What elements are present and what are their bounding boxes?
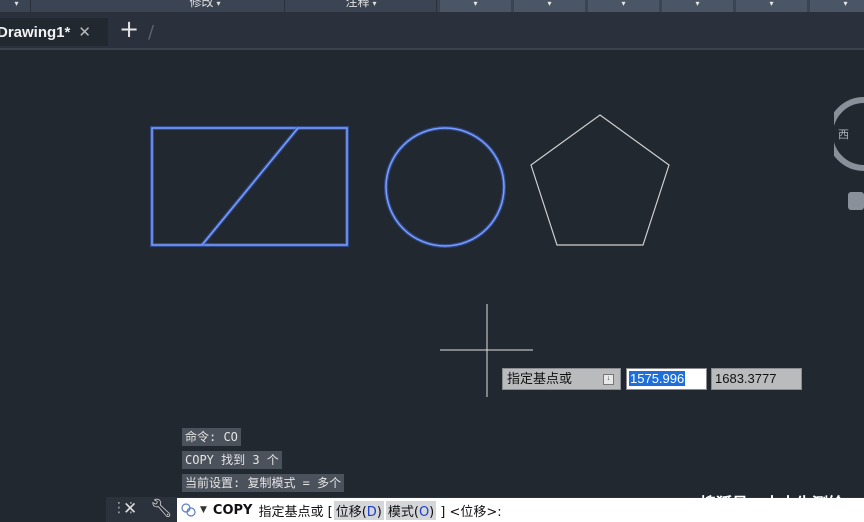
- command-prompt: 指定基点或 [: [258, 504, 333, 520]
- wrench-icon[interactable]: 🔧︎: [150, 498, 173, 519]
- command-history-line: 当前设置: 复制模式 = 多个: [182, 474, 345, 492]
- file-tab-bar: Drawing1* ✕ + /: [0, 12, 864, 50]
- option-mode-key: O: [418, 504, 430, 520]
- chevron-down-icon[interactable]: ↓: [603, 374, 614, 385]
- ribbon-panel-titles: ▾ 修改 ▾ 注释 ▾ ▾ ▾ ▾ ▾ ▾ ▾: [0, 0, 864, 12]
- ribbon-panel-draw-fragment[interactable]: ▾: [0, 0, 31, 12]
- ribbon-panel-dropdown[interactable]: ▾: [588, 0, 659, 12]
- ribbon-panel-modify[interactable]: 修改 ▾: [126, 0, 285, 12]
- dynamic-input-x-field[interactable]: 1575.996: [626, 368, 707, 390]
- ribbon-panel-dropdown[interactable]: ▾: [440, 0, 511, 12]
- option-displacement[interactable]: 位移(D): [333, 500, 384, 520]
- selected-diagonal-line[interactable]: [200, 126, 300, 247]
- ribbon-panel-dropdown[interactable]: ▾: [810, 0, 864, 12]
- dynamic-input-prompt-text: 指定基点或: [507, 371, 573, 386]
- chevron-down-icon: ▾: [216, 0, 221, 8]
- watermark: 搜狐号@大水牛测绘: [699, 494, 844, 513]
- option-mode[interactable]: 模式(O): [385, 500, 437, 520]
- dynamic-input-x-value: 1575.996: [629, 371, 686, 386]
- option-mode-label: 模式(: [387, 504, 419, 520]
- option-mode-end: ): [429, 504, 435, 520]
- selected-circle[interactable]: [384, 126, 506, 248]
- dynamic-input-prompt[interactable]: 指定基点或 ↓: [502, 368, 621, 390]
- chevron-down-icon: ▾: [372, 0, 377, 8]
- option-displacement-key: D: [366, 504, 377, 520]
- command-name: COPY: [212, 502, 253, 518]
- dynamic-input-y-field[interactable]: 1683.3777: [711, 368, 802, 390]
- ribbon-panel-dropdown[interactable]: ▾: [736, 0, 807, 12]
- ribbon-panel-annotate[interactable]: 注释 ▾: [286, 0, 437, 12]
- command-history-line: COPY 找到 3 个: [182, 451, 282, 469]
- close-icon[interactable]: ✕: [78, 23, 91, 41]
- copy-command-icon: [181, 503, 196, 517]
- tab-label: Drawing1*: [0, 23, 71, 41]
- ribbon-panel-annotate-label: 注释: [345, 0, 370, 9]
- ribbon-panel-modify-label: 修改: [189, 0, 214, 9]
- command-suffix: ] <位移>:: [440, 504, 502, 520]
- tab-divider: /: [148, 22, 155, 43]
- tab-drawing1[interactable]: Drawing1* ✕: [0, 18, 108, 46]
- command-history-line: 命令: CO: [182, 428, 241, 446]
- new-tab-button[interactable]: +: [118, 17, 140, 42]
- viewcube-west-label[interactable]: 西: [838, 126, 849, 142]
- drawing-canvas[interactable]: [0, 50, 864, 497]
- viewcube[interactable]: [834, 96, 864, 216]
- ribbon-panel-dropdown[interactable]: ▾: [662, 0, 733, 12]
- option-displacement-end: ): [376, 504, 382, 520]
- pentagon[interactable]: [530, 114, 670, 246]
- option-displacement-label: 位移(: [335, 504, 367, 520]
- dynamic-input-y-value: 1683.3777: [715, 371, 777, 386]
- close-icon[interactable]: ✕: [123, 499, 137, 519]
- ribbon-panel-dropdown[interactable]: ▾: [514, 0, 585, 12]
- chevron-down-icon[interactable]: ▼: [200, 505, 207, 515]
